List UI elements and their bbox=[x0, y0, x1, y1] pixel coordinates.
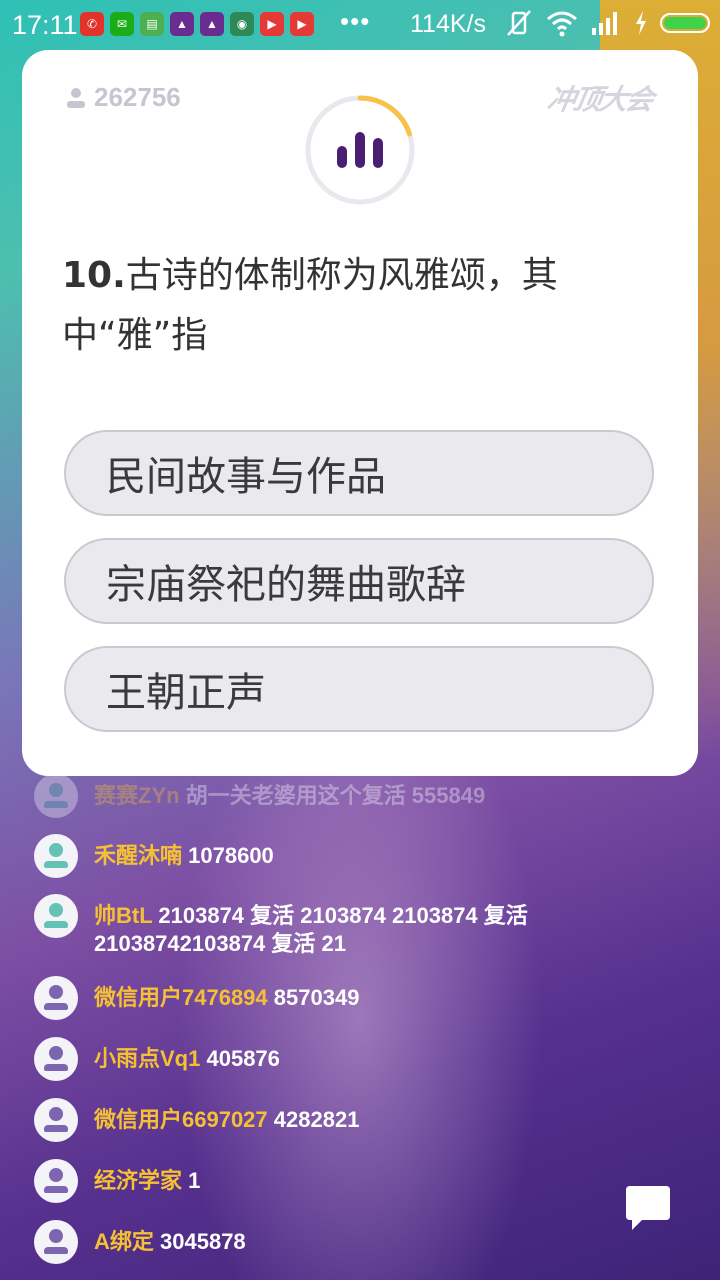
comment-username: 微信用户7476894 bbox=[94, 985, 268, 1010]
countdown-timer bbox=[305, 95, 415, 205]
comment-username: 小雨点Vq1 bbox=[94, 1046, 201, 1071]
user-avatar bbox=[34, 894, 78, 938]
signal-icon bbox=[592, 12, 617, 35]
notes-icon: ▤ bbox=[140, 12, 164, 36]
user-avatar bbox=[34, 1098, 78, 1142]
status-time: 17:11 bbox=[12, 10, 78, 40]
chongding-icon-2: ▲ bbox=[200, 12, 224, 36]
user-avatar bbox=[34, 1220, 78, 1264]
wifi-icon bbox=[547, 11, 577, 37]
chongding-icon: ▲ bbox=[170, 12, 194, 36]
bar-chart-icon bbox=[337, 132, 383, 168]
viewer-count: 262756 bbox=[66, 82, 181, 113]
video-icon-2: ▶ bbox=[290, 12, 314, 36]
comment-username: A绑定 bbox=[94, 1229, 154, 1254]
comment-item: 微信用户6697027 4282821 bbox=[34, 1098, 674, 1142]
wechat-icon: ✉ bbox=[110, 12, 134, 36]
live-quiz-screen: 17:11 ✆ ✉ ▤ ▲ ▲ ◉ ▶ ▶ ••• 114K/s 赛赛ZYn 胡… bbox=[0, 0, 720, 1280]
comment-message: 405876 bbox=[206, 1046, 280, 1071]
user-avatar bbox=[34, 1037, 78, 1081]
comment-message: 1 bbox=[188, 1168, 201, 1193]
question-body: 古诗的体制称为风雅颂，其中“雅”指 bbox=[62, 255, 558, 356]
viewer-count-value: 262756 bbox=[94, 82, 181, 112]
user-avatar bbox=[34, 774, 78, 818]
comment-username: 微信用户6697027 bbox=[94, 1107, 268, 1132]
android-icon: ◉ bbox=[230, 12, 254, 36]
comment-username: 禾醒沐喃 bbox=[94, 843, 183, 868]
comment-username: 帅BtL bbox=[94, 903, 153, 928]
comment-message: 3045878 bbox=[160, 1229, 246, 1254]
user-avatar bbox=[34, 1159, 78, 1203]
comment-item: 帅BtL 2103874 复活 2103874 2103874 复活 21038… bbox=[34, 894, 674, 958]
comment-item: 微信用户7476894 8570349 bbox=[34, 976, 674, 1020]
comment-item: A绑定 3045878 bbox=[34, 1220, 674, 1264]
charging-icon bbox=[636, 11, 646, 35]
more-notifications-icon: ••• bbox=[340, 6, 371, 36]
user-avatar bbox=[34, 834, 78, 878]
answer-option-1[interactable]: 民间故事与作品 bbox=[64, 430, 654, 516]
status-bar: 17:11 ✆ ✉ ▤ ▲ ▲ ◉ ▶ ▶ ••• 114K/s bbox=[0, 0, 720, 50]
status-right-icons bbox=[504, 8, 710, 38]
comment-item: 经济学家 1 bbox=[34, 1159, 674, 1203]
comment-message: 1078600 bbox=[188, 843, 274, 868]
comment-message: 8570349 bbox=[273, 985, 360, 1010]
comment-username: 赛赛ZYn bbox=[94, 783, 180, 808]
battery-icon bbox=[660, 13, 710, 33]
comment-item: 赛赛ZYn 胡一关老婆用这个复活 555849 bbox=[34, 774, 674, 818]
question-text: 10.古诗的体制称为风雅颂，其中“雅”指 bbox=[62, 246, 642, 366]
comment-username: 经济学家 bbox=[94, 1168, 183, 1193]
video-icon: ▶ bbox=[260, 12, 284, 36]
comment-message: 4282821 bbox=[273, 1107, 360, 1132]
chat-bubble-icon[interactable] bbox=[620, 1180, 676, 1236]
answer-option-3[interactable]: 王朝正声 bbox=[64, 646, 654, 732]
brand-logo: 冲顶大会 bbox=[544, 83, 655, 116]
comment-item: 小雨点Vq1 405876 bbox=[34, 1037, 674, 1081]
network-speed: 114K/s bbox=[410, 10, 486, 38]
question-card: 262756 冲顶大会 10.古诗的体制称为风雅颂，其中“雅”指 民间故事与作品… bbox=[22, 50, 698, 776]
mute-vibrate-icon bbox=[507, 10, 531, 36]
answer-option-2[interactable]: 宗庙祭祀的舞曲歌辞 bbox=[64, 538, 654, 624]
weibo-icon: ✆ bbox=[80, 12, 104, 36]
comment-message: 胡一关老婆用这个复活 555849 bbox=[185, 783, 486, 808]
question-number: 10. bbox=[62, 255, 126, 296]
person-icon bbox=[67, 87, 85, 108]
comment-message: 2103874 复活 2103874 2103874 复活 2103874210… bbox=[94, 903, 528, 956]
notification-icons: ✆ ✉ ▤ ▲ ▲ ◉ ▶ ▶ bbox=[80, 12, 314, 36]
comment-item: 禾醒沐喃 1078600 bbox=[34, 834, 674, 878]
user-avatar bbox=[34, 976, 78, 1020]
